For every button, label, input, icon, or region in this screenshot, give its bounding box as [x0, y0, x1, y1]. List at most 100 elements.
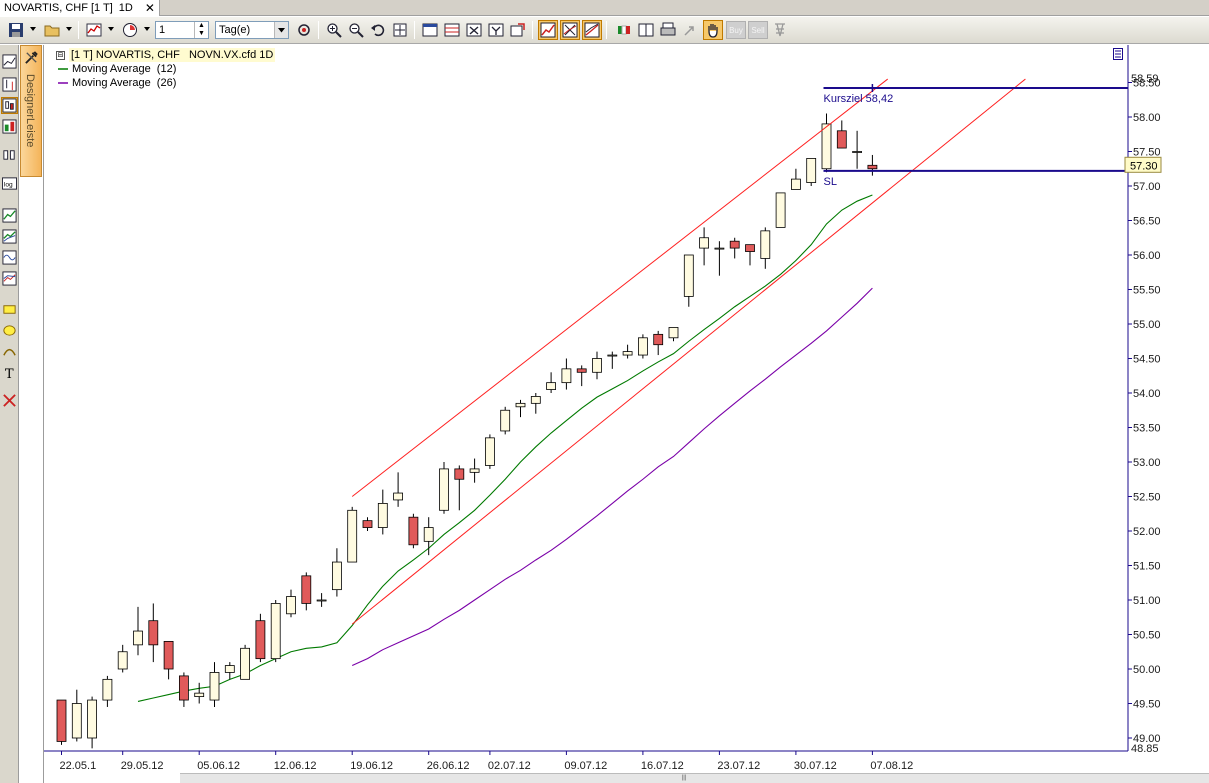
designer-panel[interactable]: DesignerLeiste	[20, 45, 42, 177]
lower-channel-line	[351, 78, 1026, 625]
period-count-field[interactable]: ▲▼	[155, 21, 209, 39]
order-arrow-icon[interactable]	[680, 20, 700, 40]
split-view-icon[interactable]	[636, 20, 656, 40]
scrollbar-grip-icon[interactable]: |||	[680, 775, 688, 782]
trend-chart-toggle-icon[interactable]	[582, 20, 602, 40]
tower-icon[interactable]	[770, 20, 790, 40]
ma26-legend-swatch	[58, 82, 68, 84]
indicator-1-icon[interactable]	[1, 207, 18, 224]
candle-up	[133, 630, 143, 646]
indicator-2-icon[interactable]	[1, 228, 18, 245]
candle-up	[622, 351, 633, 356]
candle-up	[240, 647, 251, 680]
chart-legend: ⊟ [1 T] NOVARTIS, CHF NOVN.VX.cfd 1D Mov…	[56, 48, 276, 90]
cross-chart-toggle-icon[interactable]	[560, 20, 580, 40]
ma26-layer	[351, 287, 873, 667]
text-tool-icon[interactable]: T	[1, 364, 18, 381]
ohlc-tool-icon[interactable]	[1, 76, 18, 93]
candle-up	[638, 337, 648, 356]
flag-icon[interactable]	[614, 20, 634, 40]
hand-tool-icon[interactable]	[703, 20, 723, 40]
candle-up	[87, 699, 97, 739]
undo-icon[interactable]	[368, 20, 388, 40]
period-unit-select[interactable]: Tag(e)	[215, 21, 289, 39]
legend-collapse-icon[interactable]: ⊟	[56, 50, 65, 60]
print-icon[interactable]	[658, 20, 678, 40]
candle-up	[515, 402, 526, 408]
chart-area[interactable]: Kursziel 58,42 SL 49.00 49.50 50.00 50.50 51.…	[43, 45, 1209, 783]
tab-title: NOVARTIS, CHF [1 T]	[4, 2, 113, 14]
candle-up	[439, 468, 449, 511]
candle-up	[331, 561, 342, 591]
x-tick-label: 23.07.12	[717, 760, 760, 772]
channel-layer	[351, 78, 1026, 625]
y-tick-label: 49.50	[1133, 699, 1161, 711]
chart-style-dropdown-icon[interactable]	[108, 27, 114, 31]
candle-up	[714, 247, 725, 250]
svg-text:log: log	[4, 181, 13, 188]
open-folder-icon[interactable]	[42, 20, 62, 40]
ma12-layer	[137, 194, 873, 702]
tab-close-icon[interactable]: ✕	[145, 1, 155, 15]
export-icon[interactable]	[508, 20, 528, 40]
candle-down	[745, 244, 755, 252]
buy-button[interactable]: Buy	[726, 21, 746, 39]
clock-icon[interactable]	[120, 20, 140, 40]
log-scale-icon[interactable]: log	[1, 175, 18, 192]
compare-tool-icon[interactable]	[1, 146, 18, 163]
candle-up	[316, 599, 327, 602]
levels-layer: Kursziel 58,42 SL	[823, 84, 1128, 188]
rectangle-tool-icon[interactable]	[1, 301, 18, 318]
x-tick-label: 30.07.12	[794, 760, 837, 772]
delete-drawings-icon[interactable]	[1, 392, 18, 409]
candlestick-tool-icon[interactable]	[1, 97, 18, 114]
candle-up	[775, 192, 786, 228]
y-tick-label: 57.00	[1133, 181, 1161, 193]
candle-up	[377, 502, 388, 528]
y-tick-label: 50.00	[1133, 664, 1161, 676]
save-icon[interactable]	[6, 20, 26, 40]
chart-tab[interactable]: NOVARTIS, CHF [1 T] 1D ✕	[0, 0, 160, 16]
line-chart-toggle-icon[interactable]	[538, 20, 558, 40]
chart-menu-icon[interactable]	[1113, 48, 1123, 60]
y-tick-label: 50.50	[1133, 630, 1161, 642]
legend-ma12[interactable]: Moving Average (12)	[72, 62, 176, 76]
fit-view-icon[interactable]	[390, 20, 410, 40]
chevron-down-icon[interactable]	[274, 22, 288, 38]
chart-style-icon[interactable]	[84, 20, 104, 40]
zoom-in-icon[interactable]	[324, 20, 344, 40]
tab-bar: NOVARTIS, CHF [1 T] 1D ✕	[0, 0, 1209, 16]
close-chart-icon[interactable]	[464, 20, 484, 40]
clock-dropdown-icon[interactable]	[144, 27, 150, 31]
legend-ma26[interactable]: Moving Average (26)	[72, 76, 176, 90]
save-dropdown-icon[interactable]	[30, 27, 36, 31]
candle-up	[71, 703, 82, 739]
horizontal-scrollbar[interactable]: |||	[180, 773, 1209, 783]
sell-button[interactable]: Sell	[748, 21, 768, 39]
open-dropdown-icon[interactable]	[66, 27, 72, 31]
crosshair-icon[interactable]	[486, 20, 506, 40]
table-icon[interactable]	[442, 20, 462, 40]
period-count-input[interactable]	[156, 22, 194, 38]
y-tick-label: 52.00	[1133, 526, 1161, 538]
ellipse-tool-icon[interactable]	[1, 322, 18, 339]
window-icon[interactable]	[420, 20, 440, 40]
period-count-spinner[interactable]: ▲ ▼	[194, 22, 208, 38]
line-tool-icon[interactable]	[1, 53, 18, 70]
indicator-3-icon[interactable]	[1, 249, 18, 266]
stop-loss-label: SL	[824, 176, 837, 188]
candle-up	[530, 396, 541, 404]
candle-down	[56, 699, 67, 742]
candle-up	[270, 603, 281, 660]
zoom-out-icon[interactable]	[346, 20, 366, 40]
y-tick-label: 54.50	[1133, 354, 1161, 366]
candle-up	[806, 158, 817, 183]
candlestick-chart[interactable]: Kursziel 58,42SL 49.0049.5050.0050.5051.…	[44, 45, 1209, 783]
candle-down	[867, 164, 878, 170]
x-tick-label: 12.06.12	[274, 760, 317, 772]
indicator-4-icon[interactable]	[1, 270, 18, 287]
refresh-icon[interactable]	[294, 20, 314, 40]
bar-tool-icon[interactable]	[1, 118, 18, 135]
x-tick-label: 09.07.12	[564, 760, 607, 772]
arc-tool-icon[interactable]	[1, 343, 18, 360]
